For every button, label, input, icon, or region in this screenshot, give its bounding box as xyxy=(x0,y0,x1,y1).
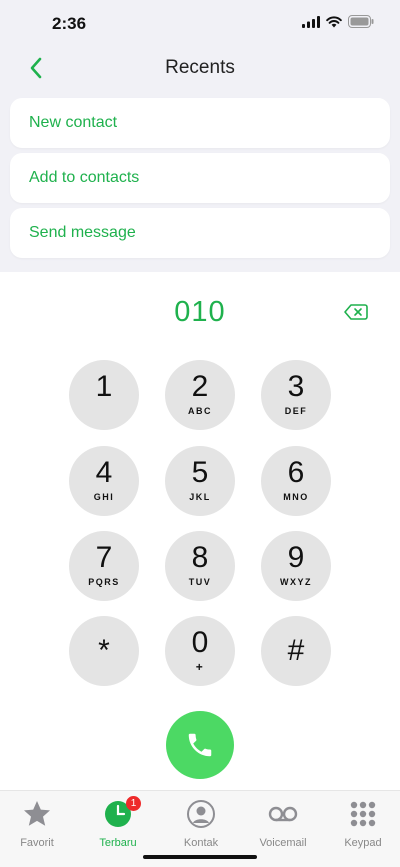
key-digit: 1 xyxy=(95,370,113,403)
key-letters: ABC xyxy=(188,406,212,416)
tab-label: Favorit xyxy=(20,837,54,849)
key-digit: 8 xyxy=(191,541,209,574)
key-7[interactable]: 7 PQRS xyxy=(69,531,139,601)
key-digit: # xyxy=(287,634,305,667)
add-to-contacts-label: Add to contacts xyxy=(29,169,140,186)
tab-favorit[interactable]: Favorit xyxy=(0,797,77,849)
key-digit: 2 xyxy=(191,370,209,403)
tab-label: Kontak xyxy=(183,837,219,849)
star-icon xyxy=(24,801,50,826)
key-hash[interactable]: # xyxy=(261,616,331,686)
key-9[interactable]: 9 WXYZ xyxy=(261,531,331,601)
tab-label: Terbaru xyxy=(99,837,137,849)
send-message-button[interactable]: Send message xyxy=(10,208,390,258)
backspace-button[interactable] xyxy=(343,302,369,322)
key-letters: PQRS xyxy=(88,577,120,587)
key-3[interactable]: 3 DEF xyxy=(261,360,331,430)
key-letters: WXYZ xyxy=(280,577,312,587)
new-contact-button[interactable]: New contact xyxy=(10,98,390,148)
key-digit: 6 xyxy=(287,456,305,489)
key-digit: 4 xyxy=(95,456,113,489)
unread-badge: 1 xyxy=(126,796,141,811)
wifi-icon xyxy=(326,15,342,27)
key-letters: JKL xyxy=(189,492,211,502)
key-digit: 0 xyxy=(191,626,209,659)
nav-bar: Recents xyxy=(0,46,400,90)
key-0[interactable]: 0 + xyxy=(165,616,235,686)
key-4[interactable]: 4 GHI xyxy=(69,446,139,516)
person-icon xyxy=(187,800,215,828)
status-bar: 2:36 xyxy=(0,0,400,46)
add-to-contacts-button[interactable]: Add to contacts xyxy=(10,153,390,203)
key-digit: 5 xyxy=(191,456,209,489)
key-star[interactable]: * xyxy=(69,616,139,686)
tab-kontak[interactable]: Kontak xyxy=(161,797,241,849)
key-digit: 9 xyxy=(287,541,305,574)
tab-label: Voicemail xyxy=(259,837,307,849)
key-letters: DEF xyxy=(284,406,308,416)
page-title: Recents xyxy=(165,57,235,78)
key-2[interactable]: 2 ABC xyxy=(165,360,235,430)
voicemail-icon xyxy=(268,806,298,822)
tab-keypad[interactable]: Keypad xyxy=(323,797,400,849)
home-indicator xyxy=(143,855,257,859)
status-icons xyxy=(302,15,374,28)
send-message-label: Send message xyxy=(29,224,136,241)
key-letters: TUV xyxy=(188,577,212,587)
battery-icon xyxy=(348,15,374,28)
phone-icon xyxy=(188,733,212,757)
key-8[interactable]: 8 TUV xyxy=(165,531,235,601)
key-digit: 7 xyxy=(95,541,113,574)
tab-terbaru[interactable]: 1 Terbaru xyxy=(78,796,158,849)
signal-icon xyxy=(302,15,320,28)
key-digit: 3 xyxy=(287,370,305,403)
key-letters: + xyxy=(195,660,205,674)
key-digit: * xyxy=(98,634,110,667)
key-6[interactable]: 6 MNO xyxy=(261,446,331,516)
key-letters: MNO xyxy=(283,492,309,502)
key-5[interactable]: 5 JKL xyxy=(165,446,235,516)
tab-label: Keypad xyxy=(344,837,382,849)
status-time: 2:36 xyxy=(52,14,87,33)
key-1[interactable]: 1 xyxy=(69,360,139,430)
backspace-icon xyxy=(344,304,368,320)
call-button[interactable] xyxy=(166,711,234,779)
tab-voicemail[interactable]: Voicemail xyxy=(243,797,323,849)
key-letters: GHI xyxy=(93,492,115,502)
dialed-number: 010 xyxy=(174,296,226,328)
keypad-icon xyxy=(350,801,376,827)
new-contact-label: New contact xyxy=(29,114,118,131)
